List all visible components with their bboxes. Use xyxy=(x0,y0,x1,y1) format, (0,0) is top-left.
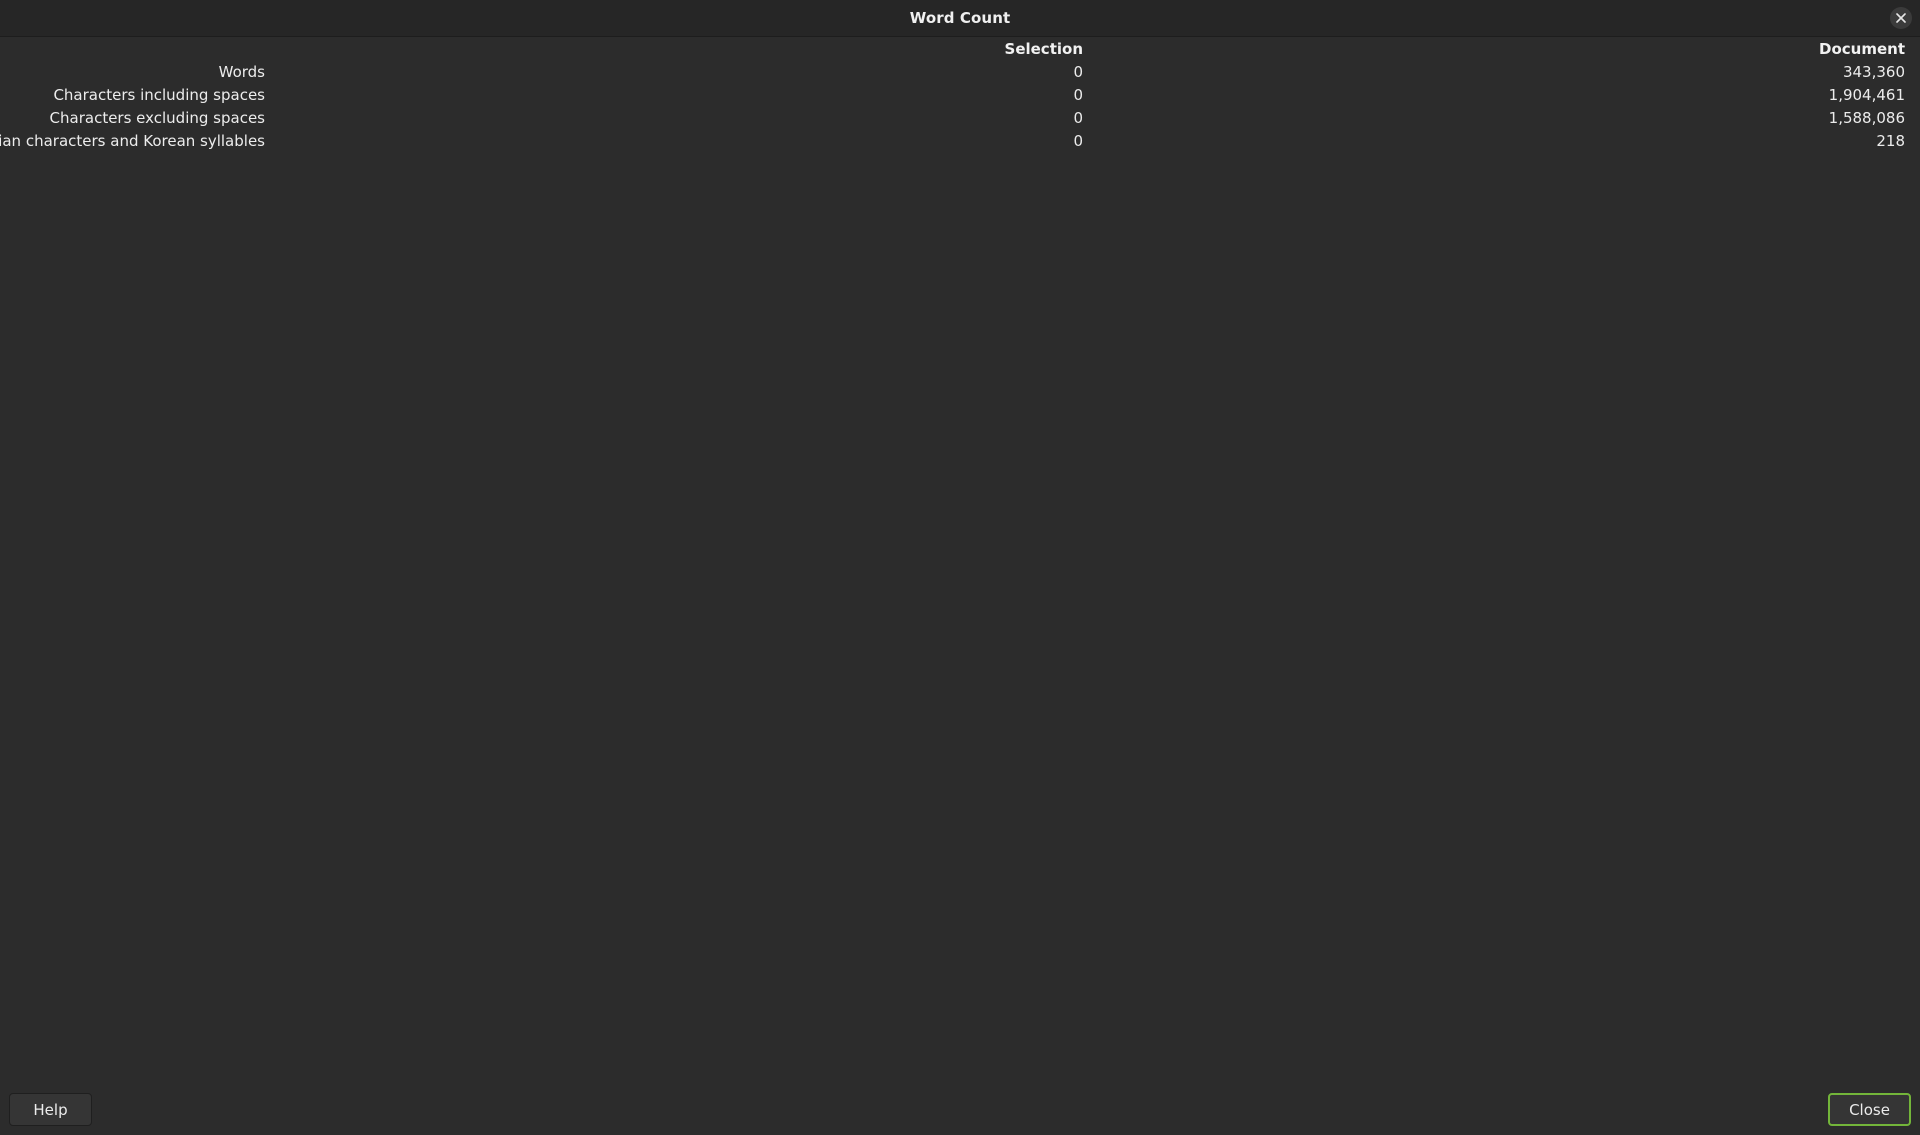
document-column-header: Document xyxy=(1819,40,1905,58)
selection-value: 0 xyxy=(1073,86,1083,104)
document-value: 218 xyxy=(1876,132,1905,150)
close-icon xyxy=(1896,13,1906,23)
document-value: 343,360 xyxy=(1842,63,1905,81)
statistics-table: Selection Document Words 0 343,360 Chara… xyxy=(0,37,1920,152)
table-row: Asian characters and Korean syllables 0 … xyxy=(0,129,1920,152)
document-value: 1,904,461 xyxy=(1828,86,1905,104)
close-button[interactable]: Close xyxy=(1828,1093,1911,1126)
window-close-button[interactable] xyxy=(1890,7,1912,29)
table-row: Characters including spaces 0 1,904,461 xyxy=(0,83,1920,106)
title-bar: Word Count xyxy=(0,0,1920,37)
dialog-title: Word Count xyxy=(909,9,1011,27)
help-button[interactable]: Help xyxy=(9,1093,92,1126)
document-value: 1,588,086 xyxy=(1828,109,1905,127)
selection-value: 0 xyxy=(1073,63,1083,81)
table-header: Selection Document xyxy=(0,37,1920,60)
word-count-dialog: Word Count Selection Document Words 0 34… xyxy=(0,0,1920,1135)
table-row: Characters excluding spaces 0 1,588,086 xyxy=(0,106,1920,129)
table-row: Words 0 343,360 xyxy=(0,60,1920,83)
selection-value: 0 xyxy=(1073,132,1083,150)
row-label: Asian characters and Korean syllables xyxy=(0,132,265,150)
selection-column-header: Selection xyxy=(1004,40,1083,58)
row-label: Characters including spaces xyxy=(53,86,265,104)
row-label: Characters excluding spaces xyxy=(49,109,265,127)
selection-value: 0 xyxy=(1073,109,1083,127)
row-label: Words xyxy=(218,63,265,81)
